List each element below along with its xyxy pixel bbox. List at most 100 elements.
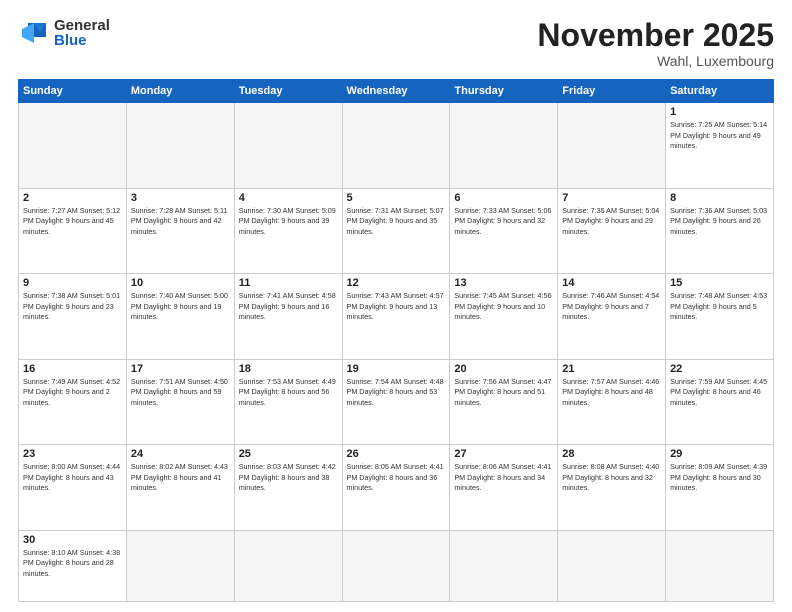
logo-general-text: General bbox=[54, 18, 110, 33]
day-number: 5 bbox=[347, 192, 446, 204]
day-number: 19 bbox=[347, 363, 446, 375]
table-row: 13 Sunrise: 7:45 AM Sunset: 4:56 PM Dayli… bbox=[450, 274, 558, 360]
day-info: Sunrise: 8:02 AM Sunset: 4:43 PM Dayligh… bbox=[131, 462, 230, 493]
day-info: Sunrise: 8:03 AM Sunset: 4:42 PM Dayligh… bbox=[239, 462, 338, 493]
day-number: 24 bbox=[131, 448, 230, 460]
table-row bbox=[450, 103, 558, 189]
day-number: 4 bbox=[239, 192, 338, 204]
day-info: Sunrise: 7:53 AM Sunset: 4:49 PM Dayligh… bbox=[239, 377, 338, 408]
day-info: Sunrise: 7:27 AM Sunset: 5:12 PM Dayligh… bbox=[23, 206, 122, 237]
day-info: Sunrise: 8:00 AM Sunset: 4:44 PM Dayligh… bbox=[23, 462, 122, 493]
day-info: Sunrise: 8:06 AM Sunset: 4:41 PM Dayligh… bbox=[454, 462, 553, 493]
day-info: Sunrise: 7:36 AM Sunset: 5:03 PM Dayligh… bbox=[670, 206, 769, 237]
table-row: 10 Sunrise: 7:40 AM Sunset: 5:00 PM Dayli… bbox=[126, 274, 234, 360]
calendar-table: Sunday Monday Tuesday Wednesday Thursday… bbox=[18, 79, 774, 602]
day-info: Sunrise: 7:45 AM Sunset: 4:56 PM Dayligh… bbox=[454, 291, 553, 322]
table-row bbox=[234, 103, 342, 189]
calendar-subtitle: Wahl, Luxembourg bbox=[537, 53, 774, 69]
table-row: 16 Sunrise: 7:49 AM Sunset: 4:52 PM Dayli… bbox=[19, 359, 127, 445]
day-number: 30 bbox=[23, 534, 122, 546]
table-row: 25Sunrise: 8:03 AM Sunset: 4:42 PM Dayli… bbox=[234, 445, 342, 531]
day-number: 27 bbox=[454, 448, 553, 460]
table-row: 11 Sunrise: 7:41 AM Sunset: 4:58 PM Dayli… bbox=[234, 274, 342, 360]
table-row bbox=[19, 103, 127, 189]
table-row bbox=[234, 530, 342, 601]
day-info: Sunrise: 8:10 AM Sunset: 4:38 PM Dayligh… bbox=[23, 548, 122, 579]
table-row: 1 Sunrise: 7:25 AM Sunset: 5:14 PM Daylig… bbox=[666, 103, 774, 189]
table-row: 22Sunrise: 7:59 AM Sunset: 4:45 PM Dayli… bbox=[666, 359, 774, 445]
table-row: 15 Sunrise: 7:48 AM Sunset: 4:53 PM Dayli… bbox=[666, 274, 774, 360]
day-number: 23 bbox=[23, 448, 122, 460]
table-row: 17 Sunrise: 7:51 AM Sunset: 4:50 PM Dayli… bbox=[126, 359, 234, 445]
table-row: 30 Sunrise: 8:10 AM Sunset: 4:38 PM Dayli… bbox=[19, 530, 127, 601]
header: General Blue November 2025 Wahl, Luxembo… bbox=[18, 18, 774, 69]
table-row bbox=[126, 530, 234, 601]
table-row: 4 Sunrise: 7:30 AM Sunset: 5:09 PM Daylig… bbox=[234, 188, 342, 274]
day-info: Sunrise: 7:35 AM Sunset: 5:04 PM Dayligh… bbox=[562, 206, 661, 237]
col-thursday: Thursday bbox=[450, 80, 558, 103]
table-row: 5 Sunrise: 7:31 AM Sunset: 5:07 PM Daylig… bbox=[342, 188, 450, 274]
day-info: Sunrise: 8:05 AM Sunset: 4:41 PM Dayligh… bbox=[347, 462, 446, 493]
day-number: 11 bbox=[239, 277, 338, 289]
day-info: Sunrise: 8:09 AM Sunset: 4:39 PM Dayligh… bbox=[670, 462, 769, 493]
table-row: 21Sunrise: 7:57 AM Sunset: 4:46 PM Dayli… bbox=[558, 359, 666, 445]
day-info: Sunrise: 7:43 AM Sunset: 4:57 PM Dayligh… bbox=[347, 291, 446, 322]
table-row bbox=[558, 103, 666, 189]
day-number: 15 bbox=[670, 277, 769, 289]
day-number: 1 bbox=[670, 106, 769, 118]
day-number: 20 bbox=[454, 363, 553, 375]
day-number: 12 bbox=[347, 277, 446, 289]
logo-icon bbox=[18, 19, 50, 47]
table-row: 9 Sunrise: 7:38 AM Sunset: 5:01 PM Daylig… bbox=[19, 274, 127, 360]
day-info: Sunrise: 7:38 AM Sunset: 5:01 PM Dayligh… bbox=[23, 291, 122, 322]
day-info: Sunrise: 7:40 AM Sunset: 5:00 PM Dayligh… bbox=[131, 291, 230, 322]
day-info: Sunrise: 7:49 AM Sunset: 4:52 PM Dayligh… bbox=[23, 377, 122, 408]
day-number: 17 bbox=[131, 363, 230, 375]
day-info: Sunrise: 7:54 AM Sunset: 4:48 PM Dayligh… bbox=[347, 377, 446, 408]
col-tuesday: Tuesday bbox=[234, 80, 342, 103]
day-info: Sunrise: 7:30 AM Sunset: 5:09 PM Dayligh… bbox=[239, 206, 338, 237]
col-sunday: Sunday bbox=[19, 80, 127, 103]
table-row bbox=[342, 103, 450, 189]
table-row: 18 Sunrise: 7:53 AM Sunset: 4:49 PM Dayli… bbox=[234, 359, 342, 445]
table-row: 24 Sunrise: 8:02 AM Sunset: 4:43 PM Dayli… bbox=[126, 445, 234, 531]
table-row bbox=[666, 530, 774, 601]
day-number: 28 bbox=[562, 448, 661, 460]
col-monday: Monday bbox=[126, 80, 234, 103]
day-number: 18 bbox=[239, 363, 338, 375]
day-number: 9 bbox=[23, 277, 122, 289]
table-row: 7 Sunrise: 7:35 AM Sunset: 5:04 PM Daylig… bbox=[558, 188, 666, 274]
day-number: 10 bbox=[131, 277, 230, 289]
table-row: 2 Sunrise: 7:27 AM Sunset: 5:12 PM Daylig… bbox=[19, 188, 127, 274]
day-info: Sunrise: 7:31 AM Sunset: 5:07 PM Dayligh… bbox=[347, 206, 446, 237]
table-row: 28 Sunrise: 8:08 AM Sunset: 4:40 PM Dayli… bbox=[558, 445, 666, 531]
table-row: 3Sunrise: 7:28 AM Sunset: 5:11 PM Daylig… bbox=[126, 188, 234, 274]
table-row: 23 Sunrise: 8:00 AM Sunset: 4:44 PM Dayli… bbox=[19, 445, 127, 531]
table-row bbox=[126, 103, 234, 189]
title-block: November 2025 Wahl, Luxembourg bbox=[537, 18, 774, 69]
day-info: Sunrise: 7:48 AM Sunset: 4:53 PM Dayligh… bbox=[670, 291, 769, 322]
col-wednesday: Wednesday bbox=[342, 80, 450, 103]
calendar-title: November 2025 bbox=[537, 18, 774, 53]
day-info: Sunrise: 7:51 AM Sunset: 4:50 PM Dayligh… bbox=[131, 377, 230, 408]
table-row bbox=[450, 530, 558, 601]
page: General Blue November 2025 Wahl, Luxembo… bbox=[0, 0, 792, 612]
table-row: 27 Sunrise: 8:06 AM Sunset: 4:41 PM Dayli… bbox=[450, 445, 558, 531]
logo: General Blue bbox=[18, 18, 110, 48]
col-saturday: Saturday bbox=[666, 80, 774, 103]
logo-text: General Blue bbox=[54, 18, 110, 48]
day-number: 13 bbox=[454, 277, 553, 289]
day-number: 2 bbox=[23, 192, 122, 204]
day-info: Sunrise: 7:25 AM Sunset: 5:14 PM Dayligh… bbox=[670, 120, 769, 151]
table-row: 19 Sunrise: 7:54 AM Sunset: 4:48 PM Dayli… bbox=[342, 359, 450, 445]
day-info: Sunrise: 8:08 AM Sunset: 4:40 PM Dayligh… bbox=[562, 462, 661, 493]
day-number: 22 bbox=[670, 363, 769, 375]
day-number: 16 bbox=[23, 363, 122, 375]
col-friday: Friday bbox=[558, 80, 666, 103]
day-info: Sunrise: 7:41 AM Sunset: 4:58 PM Dayligh… bbox=[239, 291, 338, 322]
table-row: 26Sunrise: 8:05 AM Sunset: 4:41 PM Dayli… bbox=[342, 445, 450, 531]
day-number: 21 bbox=[562, 363, 661, 375]
day-number: 7 bbox=[562, 192, 661, 204]
day-info: Sunrise: 7:56 AM Sunset: 4:47 PM Dayligh… bbox=[454, 377, 553, 408]
day-info: Sunrise: 7:46 AM Sunset: 4:54 PM Dayligh… bbox=[562, 291, 661, 322]
